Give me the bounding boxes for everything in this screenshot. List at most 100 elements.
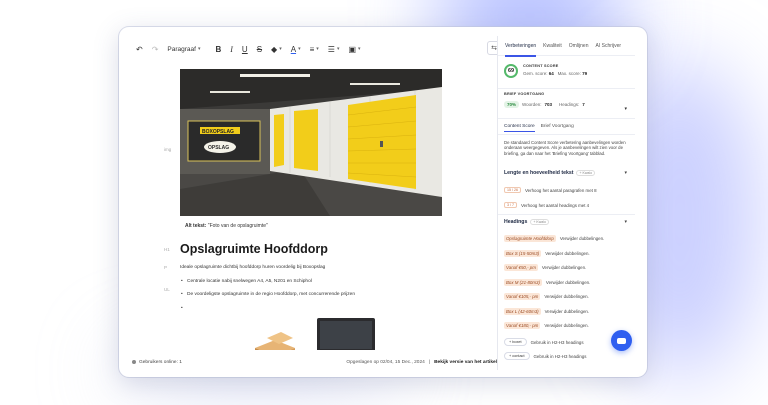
save-status: Opgeslagen op 02/04, 15 Dec., 2024 | Bek… <box>346 360 497 365</box>
headings-section-label: Headings <box>504 219 528 225</box>
strikethrough-button[interactable]: S <box>254 41 265 57</box>
list-item[interactable]: De voordeligste opslagruimte in de regio… <box>181 292 355 297</box>
length-badge: + Kwalo <box>576 170 596 176</box>
chevron-down-icon: ▾ <box>279 46 282 52</box>
list-item[interactable]: Centrale locatie nabij snelwegen A4, A5,… <box>181 279 312 284</box>
align-button[interactable]: ≡ ▾ <box>307 41 322 57</box>
keyword-chip: Opslagruimte Hoofddorp <box>504 235 556 242</box>
keyword-chip: Vanaf €105,- pm <box>504 293 541 300</box>
users-online-text: Gebruikers online: 1 <box>139 359 182 365</box>
block-tag-img: img <box>164 147 172 152</box>
app-window: ↶ ↷ Paragraaf ▾ B I U S ◆ ▾ A ▾ ≡ ▾ ☰ ▾ … <box>119 27 647 377</box>
list-item: Vanaf €50,- pm Verwijder dubbelingen. <box>504 264 630 271</box>
article-paragraph[interactable]: Ideale opslagruimte dichtbij hoofddorp h… <box>180 265 325 270</box>
paragraph-style-select[interactable]: Paragraaf ▾ <box>164 41 203 57</box>
brief-progress-title: BRIEF VOORTGANG <box>504 92 545 96</box>
users-online: Gebruikers online: 1 <box>132 360 182 365</box>
status-bar: Gebruikers online: 1 Opgeslagen op 02/04… <box>127 354 505 370</box>
list-item: Box M (21-80m3) Verwijder dubbelingen. <box>504 279 630 286</box>
recommendation-text: Verwijder dubbelingen. <box>559 236 605 241</box>
headings-label: Headings: <box>558 101 580 107</box>
tab-ai-schrijver[interactable]: AI Schrijver <box>596 36 622 56</box>
redo-icon[interactable]: ↷ <box>149 41 162 57</box>
length-section-title[interactable]: Lengte en hoeveelheid tekst + Kwalo <box>504 170 596 176</box>
insights-panel: Verbeteringen Kwaliteit Omlijnen AI Schr… <box>497 36 635 370</box>
recommendation-text: Verwijder dubbelingen. <box>545 280 591 285</box>
text-color-button[interactable]: A ▾ <box>288 41 304 57</box>
add-keyword-button[interactable]: + contact <box>504 352 530 360</box>
brief-progress-percent: 70% <box>504 100 520 108</box>
recommendation-text: Verwijder dubbelingen. <box>544 309 590 314</box>
chevron-down-icon: ▾ <box>197 46 201 52</box>
divider <box>498 88 635 89</box>
list-item: Vanaf €105,- pm Verwijder dubbelingen. <box>504 293 630 300</box>
keyword-chip: Vanaf €50,- pm <box>504 264 538 271</box>
range-badge: 15 / 26 <box>504 187 521 193</box>
tab-kwaliteit[interactable]: Kwaliteit <box>543 36 562 56</box>
headings-badge: + Kwalo <box>530 219 549 225</box>
score-title: CONTENT SCORE <box>523 64 559 68</box>
insert-image-button[interactable]: ▣ ▾ <box>345 41 363 57</box>
user-icon <box>132 360 136 364</box>
list-item: Box S (15-50m3) Verwijder dubbelingen. <box>504 250 630 257</box>
keyword-chip: Box M (21-80m3) <box>504 279 542 286</box>
brief-progress-stats: 70% Woorden: 703 Headings: 7 <box>504 99 630 109</box>
keyword-chip: Box S (15-50m3) <box>504 250 542 257</box>
recommendation-text: Verwijder dubbelingen. <box>545 251 590 256</box>
list-item: 3 / 7 Verhoog het aantal headings met 4 <box>504 202 630 208</box>
divider <box>498 214 635 215</box>
underline-button[interactable]: U <box>239 41 251 57</box>
max-score-value: 79 <box>582 71 588 76</box>
chat-button[interactable] <box>611 330 632 351</box>
chevron-down-icon: ▾ <box>358 46 361 52</box>
words-value: 703 <box>544 101 552 107</box>
words-label: Woorden: <box>522 101 542 107</box>
chat-icon <box>617 337 626 344</box>
list-item: 15 / 26 Verhoog het aantal paragrafen me… <box>504 187 630 193</box>
paint-bucket-icon: ◆ <box>271 44 278 54</box>
list-button[interactable]: ☰ ▾ <box>325 41 343 57</box>
subtab-content-score[interactable]: Content Score <box>504 124 535 132</box>
list-item: + contact Gebruik in H2-H3 headings <box>504 352 630 360</box>
storage-photo: BOXOPSLAG OPSLAG <box>180 69 442 216</box>
highlight-color-button[interactable]: ◆ ▾ <box>268 41 285 57</box>
subtab-brief-voortgang[interactable]: Brief Voortgang <box>541 124 574 132</box>
image-alt-text: Alt tekst: "Foto van de opslagruimte" <box>185 223 268 229</box>
editor-toolbar: ↶ ↷ Paragraaf ▾ B I U S ◆ ▾ A ▾ ≡ ▾ ☰ ▾ … <box>127 36 505 62</box>
undo-icon[interactable]: ↶ <box>133 41 146 57</box>
keyword-chip: Box L (42-60m3) <box>504 308 541 315</box>
score-description: De standaard Content Score verbetering a… <box>504 140 626 156</box>
block-tag-ul: UL <box>164 287 170 292</box>
paragraph-style-label: Paragraaf <box>167 45 196 53</box>
avg-score-label: Gem. score: <box>523 71 548 76</box>
bold-button[interactable]: B <box>212 41 224 57</box>
score-stats: Gem. score: 64 Max. score: 79 <box>523 71 587 76</box>
divider <box>498 118 635 119</box>
divider <box>498 134 635 135</box>
article-heading[interactable]: Opslagruimte Hoofddorp <box>180 242 328 256</box>
add-keyword-button[interactable]: + boxet <box>504 338 527 346</box>
recommendation-text: Verhoog het aantal headings met 4 <box>521 202 590 208</box>
recommendation-text: Verwijder dubbelingen. <box>544 294 589 299</box>
keyword-chip: Vanaf €180,- pm <box>504 322 541 329</box>
chevron-down-icon[interactable]: ▾ <box>624 219 627 225</box>
chevron-down-icon: ▾ <box>316 46 319 52</box>
avg-score-value: 64 <box>548 71 554 76</box>
align-left-icon: ≡ <box>309 44 315 54</box>
chevron-down-icon[interactable]: ▾ <box>624 170 627 176</box>
list-icon: ☰ <box>327 44 335 54</box>
headings-section-title[interactable]: Headings + Kwalo <box>504 219 549 225</box>
tab-omlijnen[interactable]: Omlijnen <box>569 36 589 56</box>
view-version-link[interactable]: Bekijk versie van het artikel <box>434 360 497 365</box>
italic-button[interactable]: I <box>227 41 236 57</box>
tab-verbeteringen[interactable]: Verbeteringen <box>505 36 537 57</box>
list-item: Box L (42-60m3) Verwijder dubbelingen. <box>504 308 630 315</box>
editor-content[interactable]: img BOXOPSLAG OPSLAG Alt tekst: "Foto va… <box>127 66 505 350</box>
chevron-down-icon[interactable]: ▾ <box>624 106 627 112</box>
content-score: 69 CONTENT SCORE Gem. score: 64 Max. sco… <box>504 62 630 86</box>
max-score-label: Max. score: <box>557 71 581 76</box>
chevron-down-icon: ▾ <box>336 46 340 52</box>
alt-text-label: Alt tekst: <box>185 223 207 229</box>
headings-value: 7 <box>582 101 585 107</box>
storage-hall-illustration: BOXOPSLAG OPSLAG <box>180 69 442 216</box>
